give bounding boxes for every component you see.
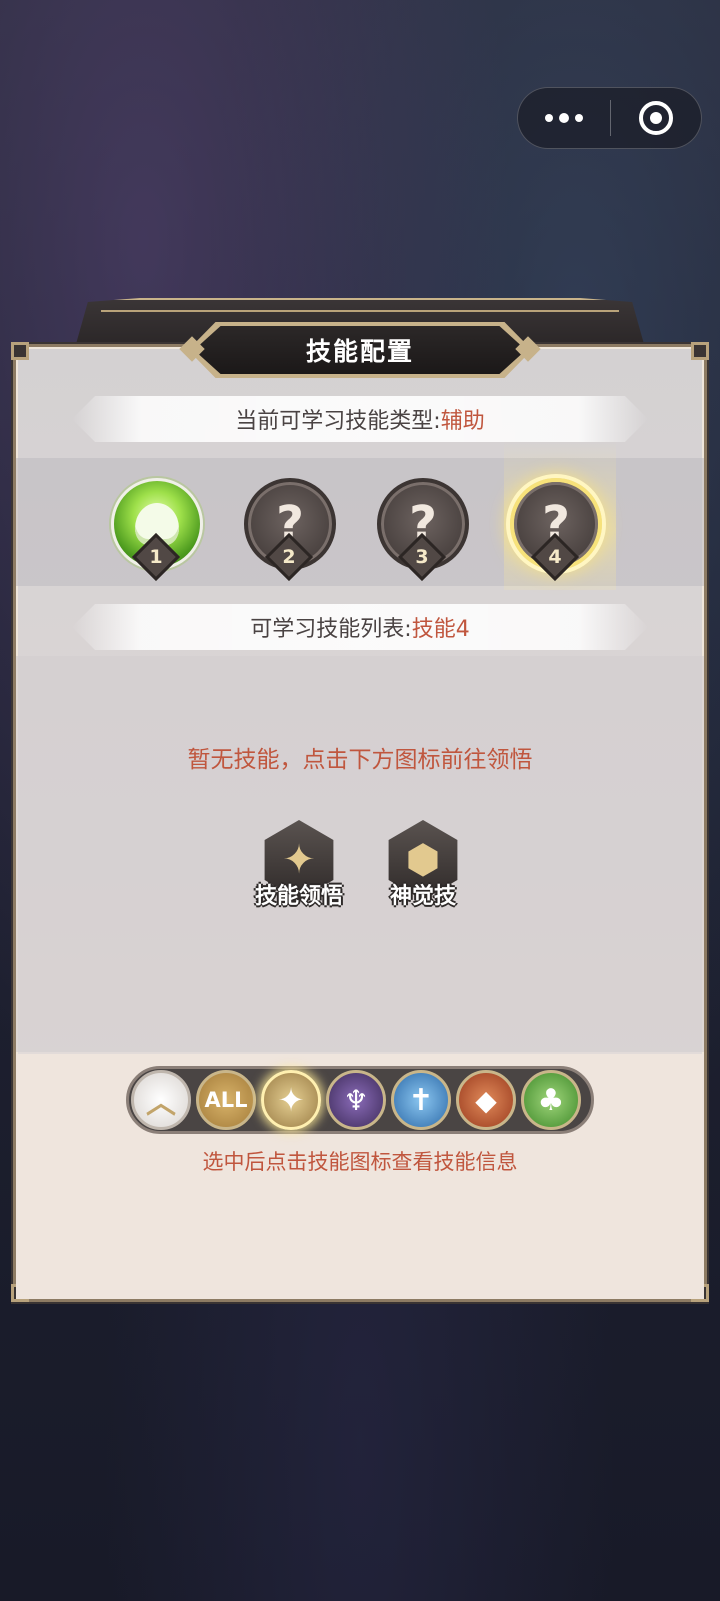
skill-slot-4[interactable]: ? 4: [510, 478, 602, 582]
empty-skill-message: 暂无技能，点击下方图标前往领悟: [187, 747, 533, 773]
skill-list-label: 可学习技能列表:: [250, 617, 412, 642]
title-plate: 技能配置: [194, 326, 526, 374]
skill-list-banner: 可学习技能列表: 技能4: [72, 604, 648, 650]
beast-faction-icon[interactable]: ◆: [456, 1070, 516, 1130]
action-label: 神觉技: [389, 884, 456, 909]
all-icon[interactable]: ALL: [196, 1070, 256, 1130]
star-faction-icon[interactable]: ✦: [261, 1070, 321, 1130]
learnable-type-banner: 当前可学习技能类型: 辅助: [72, 396, 648, 442]
learnable-type-label: 当前可学习技能类型:: [235, 409, 441, 434]
learnable-type-value: 辅助: [440, 409, 485, 434]
demon-faction-icon[interactable]: ♆: [326, 1070, 386, 1130]
panel-corner: [691, 342, 709, 360]
target-circle-icon[interactable]: [611, 88, 701, 148]
divine-skill-button[interactable]: ⬢ 神觉技: [373, 820, 473, 910]
holy-faction-icon[interactable]: ✝: [391, 1070, 451, 1130]
skill-list-area: [16, 656, 704, 1052]
action-label: 技能领悟: [254, 884, 343, 909]
nature-faction-icon[interactable]: ♣: [521, 1070, 581, 1130]
panel-corner: [11, 342, 29, 360]
skill-list-value: 技能4: [411, 617, 470, 642]
more-dots-icon[interactable]: [518, 88, 610, 148]
skill-slot-3[interactable]: ? 3: [377, 478, 469, 582]
skill-comprehend-button[interactable]: ✦ 技能领悟: [249, 820, 349, 910]
filter-hint-text: 选中后点击技能图标查看技能信息: [202, 1150, 518, 1174]
skill-slot-2[interactable]: ? 2: [244, 478, 336, 582]
chevron-up-icon[interactable]: ︿: [131, 1070, 191, 1130]
panel-title: 技能配置: [305, 337, 414, 366]
skill-slot-1[interactable]: 1: [111, 478, 203, 582]
miniprogram-capsule: [517, 87, 702, 149]
